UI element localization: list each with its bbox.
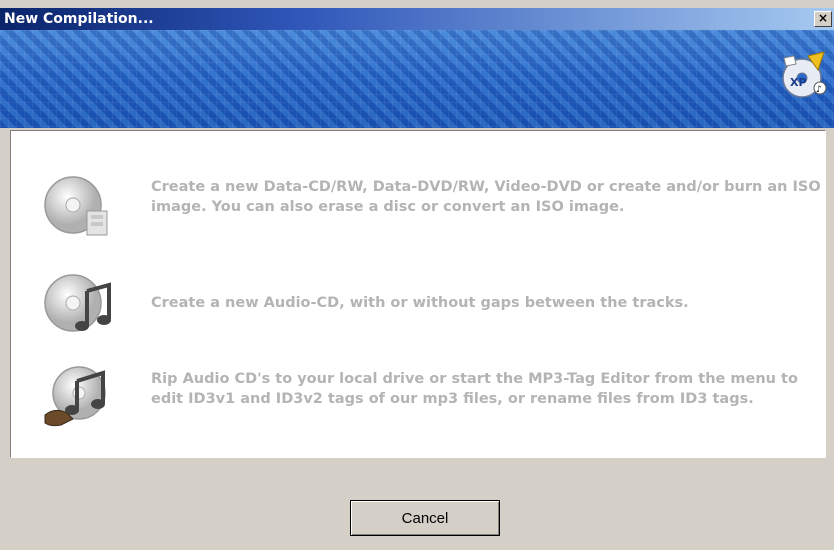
compilation-options-panel: Create a new Data-CD/RW, Data-DVD/RW, Vi… <box>10 130 826 458</box>
option-audio-cd-text: Create a new Audio-CD, with or without g… <box>151 295 689 311</box>
option-audio-cd[interactable]: Create a new Audio-CD, with or without g… <box>11 269 825 349</box>
header-banner: XP ♪ <box>0 30 834 128</box>
svg-text:♪: ♪ <box>816 85 822 95</box>
cancel-button[interactable]: Cancel <box>350 500 500 536</box>
new-compilation-dialog: New Compilation... × XP ♪ Create a new D… <box>0 0 834 550</box>
option-rip-audio-text: Rip Audio CD's to your local drive or st… <box>151 371 798 407</box>
window-title: New Compilation... <box>4 11 154 27</box>
option-data-cd-text: Create a new Data-CD/RW, Data-DVD/RW, Vi… <box>151 179 821 215</box>
data-cd-icon <box>44 176 108 236</box>
option-data-cd[interactable]: Create a new Data-CD/RW, Data-DVD/RW, Vi… <box>11 171 825 251</box>
logo-text: XP <box>790 76 807 89</box>
option-rip-audio[interactable]: Rip Audio CD's to your local drive or st… <box>11 363 825 443</box>
title-bar: New Compilation... × <box>0 8 834 30</box>
audio-cd-icon <box>44 274 111 332</box>
burner-xp-logo-icon: XP ♪ <box>782 51 827 98</box>
rip-audio-icon <box>44 366 106 427</box>
close-button[interactable]: × <box>814 11 832 27</box>
